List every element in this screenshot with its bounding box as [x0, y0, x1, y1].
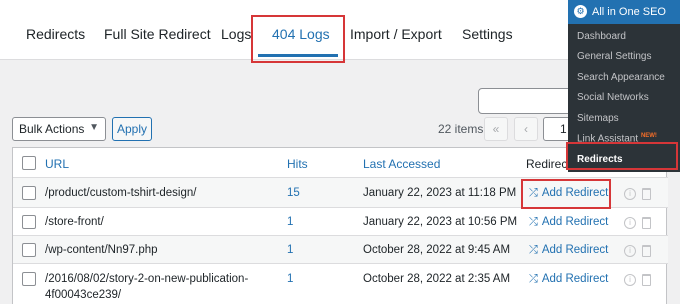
row-url-line-1: /2016/08/02/story-2-on-new-publication-	[45, 273, 249, 285]
add-redirect-link[interactable]: ⤮ Add Redirect	[529, 244, 608, 257]
row-last-accessed: October 28, 2022 at 2:35 AM	[363, 273, 511, 285]
tab-redirects[interactable]: Redirects	[26, 26, 85, 42]
trash-icon[interactable]	[642, 245, 651, 257]
menu-item-search-appearance[interactable]: Search Appearance	[577, 72, 665, 83]
highlight-add-redirect	[521, 179, 611, 209]
trash-icon[interactable]	[642, 188, 651, 200]
new-badge: NEW!	[640, 133, 657, 139]
add-redirect-link[interactable]: ⤮ Add Redirect	[529, 216, 608, 229]
row-last-accessed: October 28, 2022 at 9:45 AM	[363, 244, 511, 256]
tab-settings[interactable]: Settings	[462, 26, 513, 42]
menu-item-dashboard[interactable]: Dashboard	[577, 31, 626, 42]
row-checkbox[interactable]	[22, 272, 36, 286]
select-all-checkbox[interactable]	[22, 156, 36, 170]
column-header-url[interactable]: URL	[45, 157, 69, 171]
first-page-button[interactable]: «	[484, 117, 508, 141]
row-checkbox[interactable]	[22, 186, 36, 200]
add-redirect-icon: ⤮	[529, 244, 538, 256]
submenu-header[interactable]: ⚙ All in One SEO	[568, 0, 680, 24]
row-hits[interactable]: 1	[287, 216, 293, 228]
add-redirect-label: Add Redirect	[541, 216, 609, 228]
row-checkbox[interactable]	[22, 215, 36, 229]
tab-full-site-redirect[interactable]: Full Site Redirect	[104, 26, 211, 42]
logo-icon: ⚙	[574, 5, 587, 18]
row-url-line-2: 4f00043ce239/	[45, 289, 122, 301]
add-redirect-link[interactable]: ⤮ Add Redirect	[529, 273, 608, 286]
tab-import-export[interactable]: Import / Export	[350, 26, 442, 42]
row-checkbox[interactable]	[22, 243, 36, 257]
tab-logs[interactable]: Logs	[221, 26, 251, 42]
menu-item-sitemaps[interactable]: Sitemaps	[577, 113, 619, 124]
add-redirect-label: Add Redirect	[541, 273, 609, 285]
apply-button[interactable]: Apply	[112, 117, 152, 141]
bulk-actions-select[interactable]: Bulk Actions ▼	[12, 117, 106, 141]
row-last-accessed: January 22, 2023 at 10:56 PM	[363, 216, 518, 228]
row-hits[interactable]: 1	[287, 244, 293, 256]
info-icon[interactable]: i	[624, 217, 636, 229]
add-redirect-icon: ⤮	[529, 273, 538, 285]
row-hits[interactable]: 1	[287, 273, 293, 285]
column-header-hits[interactable]: Hits	[287, 157, 308, 171]
trash-icon[interactable]	[642, 274, 651, 286]
menu-item-social-networks[interactable]: Social Networks	[577, 92, 649, 103]
row-url: /product/custom-tshirt-design/	[45, 187, 197, 199]
info-icon[interactable]: i	[624, 188, 636, 200]
table-row: /2016/08/02/story-2-on-new-publication- …	[13, 264, 668, 304]
row-url: /wp-content/Nn97.php	[45, 244, 158, 256]
bulk-actions-label: Bulk Actions	[19, 122, 85, 136]
column-header-last-accessed[interactable]: Last Accessed	[363, 157, 440, 171]
highlight-redirects-menu	[566, 142, 678, 170]
table-row: /store-front/ 1 January 22, 2023 at 10:5…	[13, 208, 668, 236]
prev-page-button[interactable]: ‹	[514, 117, 538, 141]
items-count: 22 items	[438, 122, 484, 136]
add-redirect-label: Add Redirect	[541, 244, 609, 256]
info-icon[interactable]: i	[624, 245, 636, 257]
row-url: /store-front/	[45, 216, 104, 228]
table-row: /wp-content/Nn97.php 1 October 28, 2022 …	[13, 236, 668, 264]
column-header-redirect: Redirect	[526, 157, 571, 171]
info-icon[interactable]: i	[624, 274, 636, 286]
submenu-title: All in One SEO	[592, 6, 666, 18]
highlight-404-logs	[251, 15, 345, 63]
row-hits[interactable]: 15	[287, 187, 300, 199]
add-redirect-icon: ⤮	[529, 216, 538, 228]
chevron-down-icon: ▼	[89, 122, 99, 133]
row-last-accessed: January 22, 2023 at 11:18 PM	[363, 187, 517, 199]
menu-item-general-settings[interactable]: General Settings	[577, 51, 652, 62]
trash-icon[interactable]	[642, 217, 651, 229]
